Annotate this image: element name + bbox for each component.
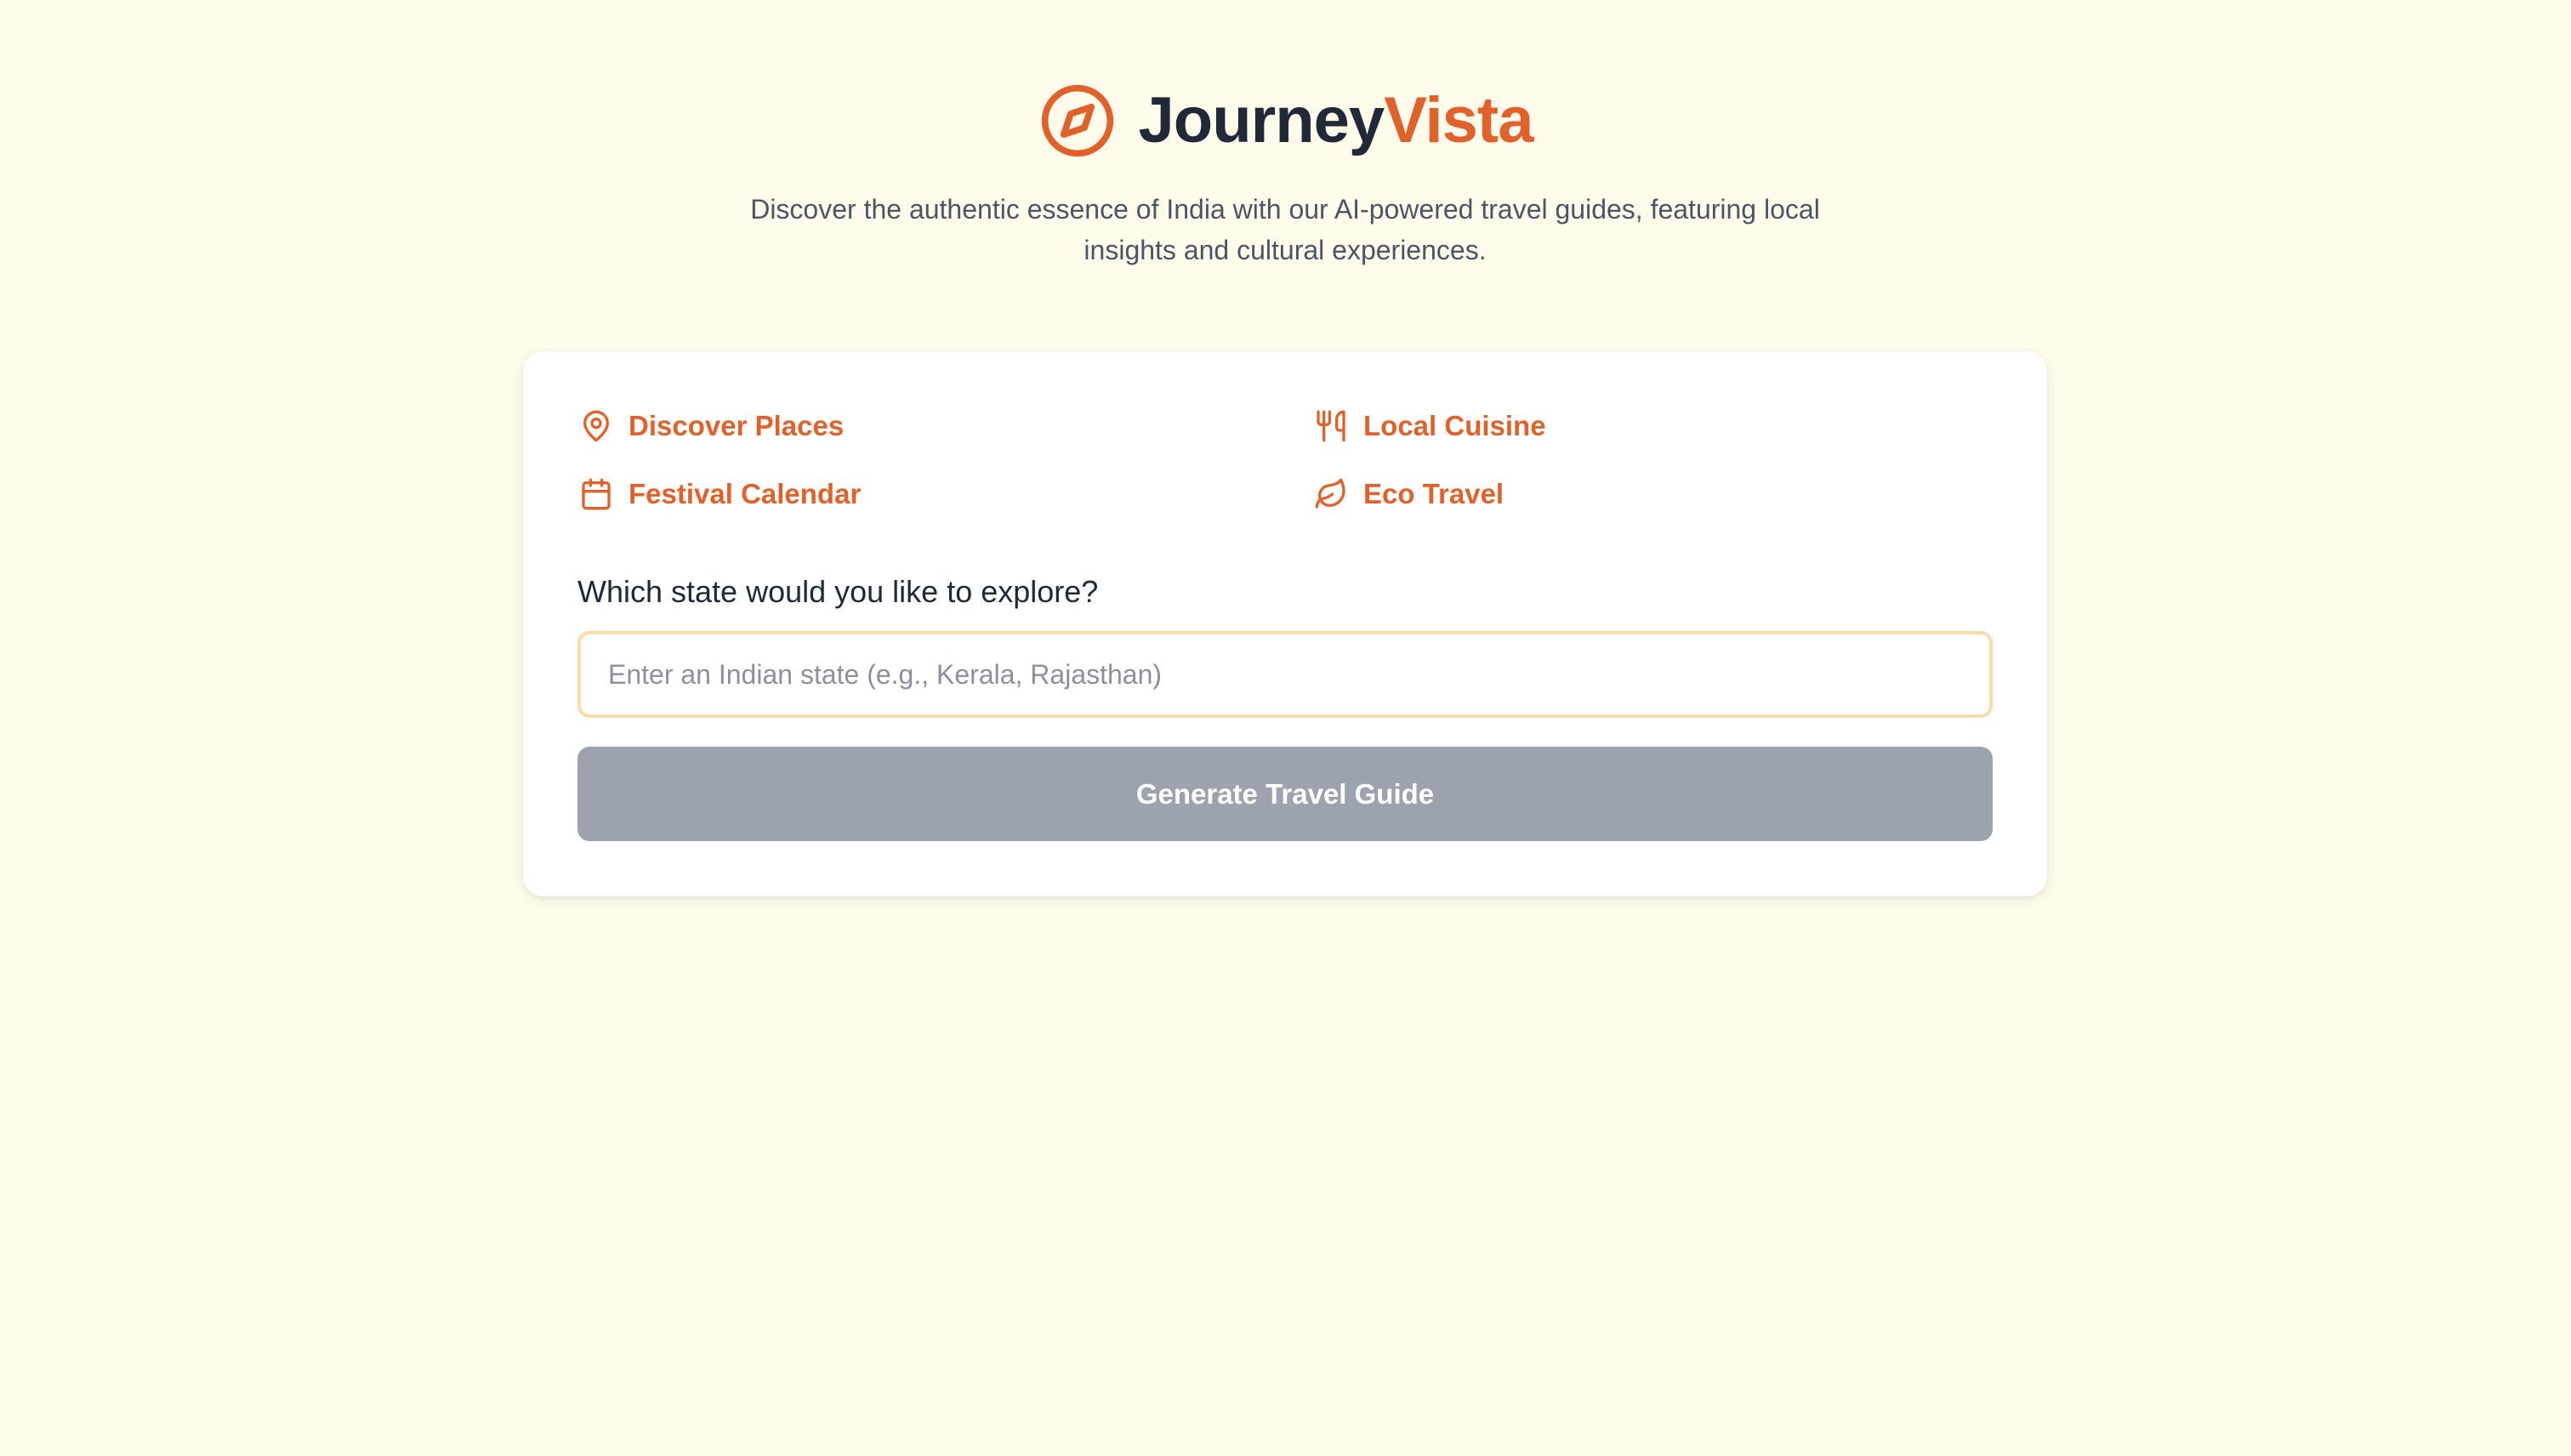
feature-local-cuisine: Local Cuisine xyxy=(1314,409,1546,443)
state-question-label: Which state would you like to explore? xyxy=(577,574,1099,609)
generate-travel-guide-button[interactable]: Generate Travel Guide xyxy=(577,747,1993,841)
utensils-icon xyxy=(1317,410,1345,442)
feature-festival-calendar: Festival Calendar xyxy=(579,477,861,511)
feature-eco-travel: Eco Travel xyxy=(1314,477,1504,511)
leaf-icon xyxy=(1315,478,1345,509)
feature-label: Discover Places xyxy=(629,410,845,441)
feature-label: Local Cuisine xyxy=(1363,410,1546,441)
feature-discover-places: Discover Places xyxy=(579,409,844,443)
compass-icon xyxy=(1041,84,1113,157)
state-input[interactable] xyxy=(577,631,1993,718)
brand-name-part2: Vista xyxy=(1384,84,1533,156)
map-pin-icon xyxy=(583,410,609,442)
brand-name: JourneyVista xyxy=(1138,80,1534,162)
brand-name-part1: Journey xyxy=(1138,84,1385,156)
calendar-icon xyxy=(582,478,611,510)
feature-label: Festival Calendar xyxy=(629,478,862,509)
tagline: Discover the authentic essence of India … xyxy=(750,194,1820,265)
feature-label: Eco Travel xyxy=(1363,478,1504,509)
brand-logo: JourneyVista xyxy=(0,80,2571,162)
travel-guide-card: Discover Places Local Cuisine Festival C… xyxy=(523,351,2047,896)
